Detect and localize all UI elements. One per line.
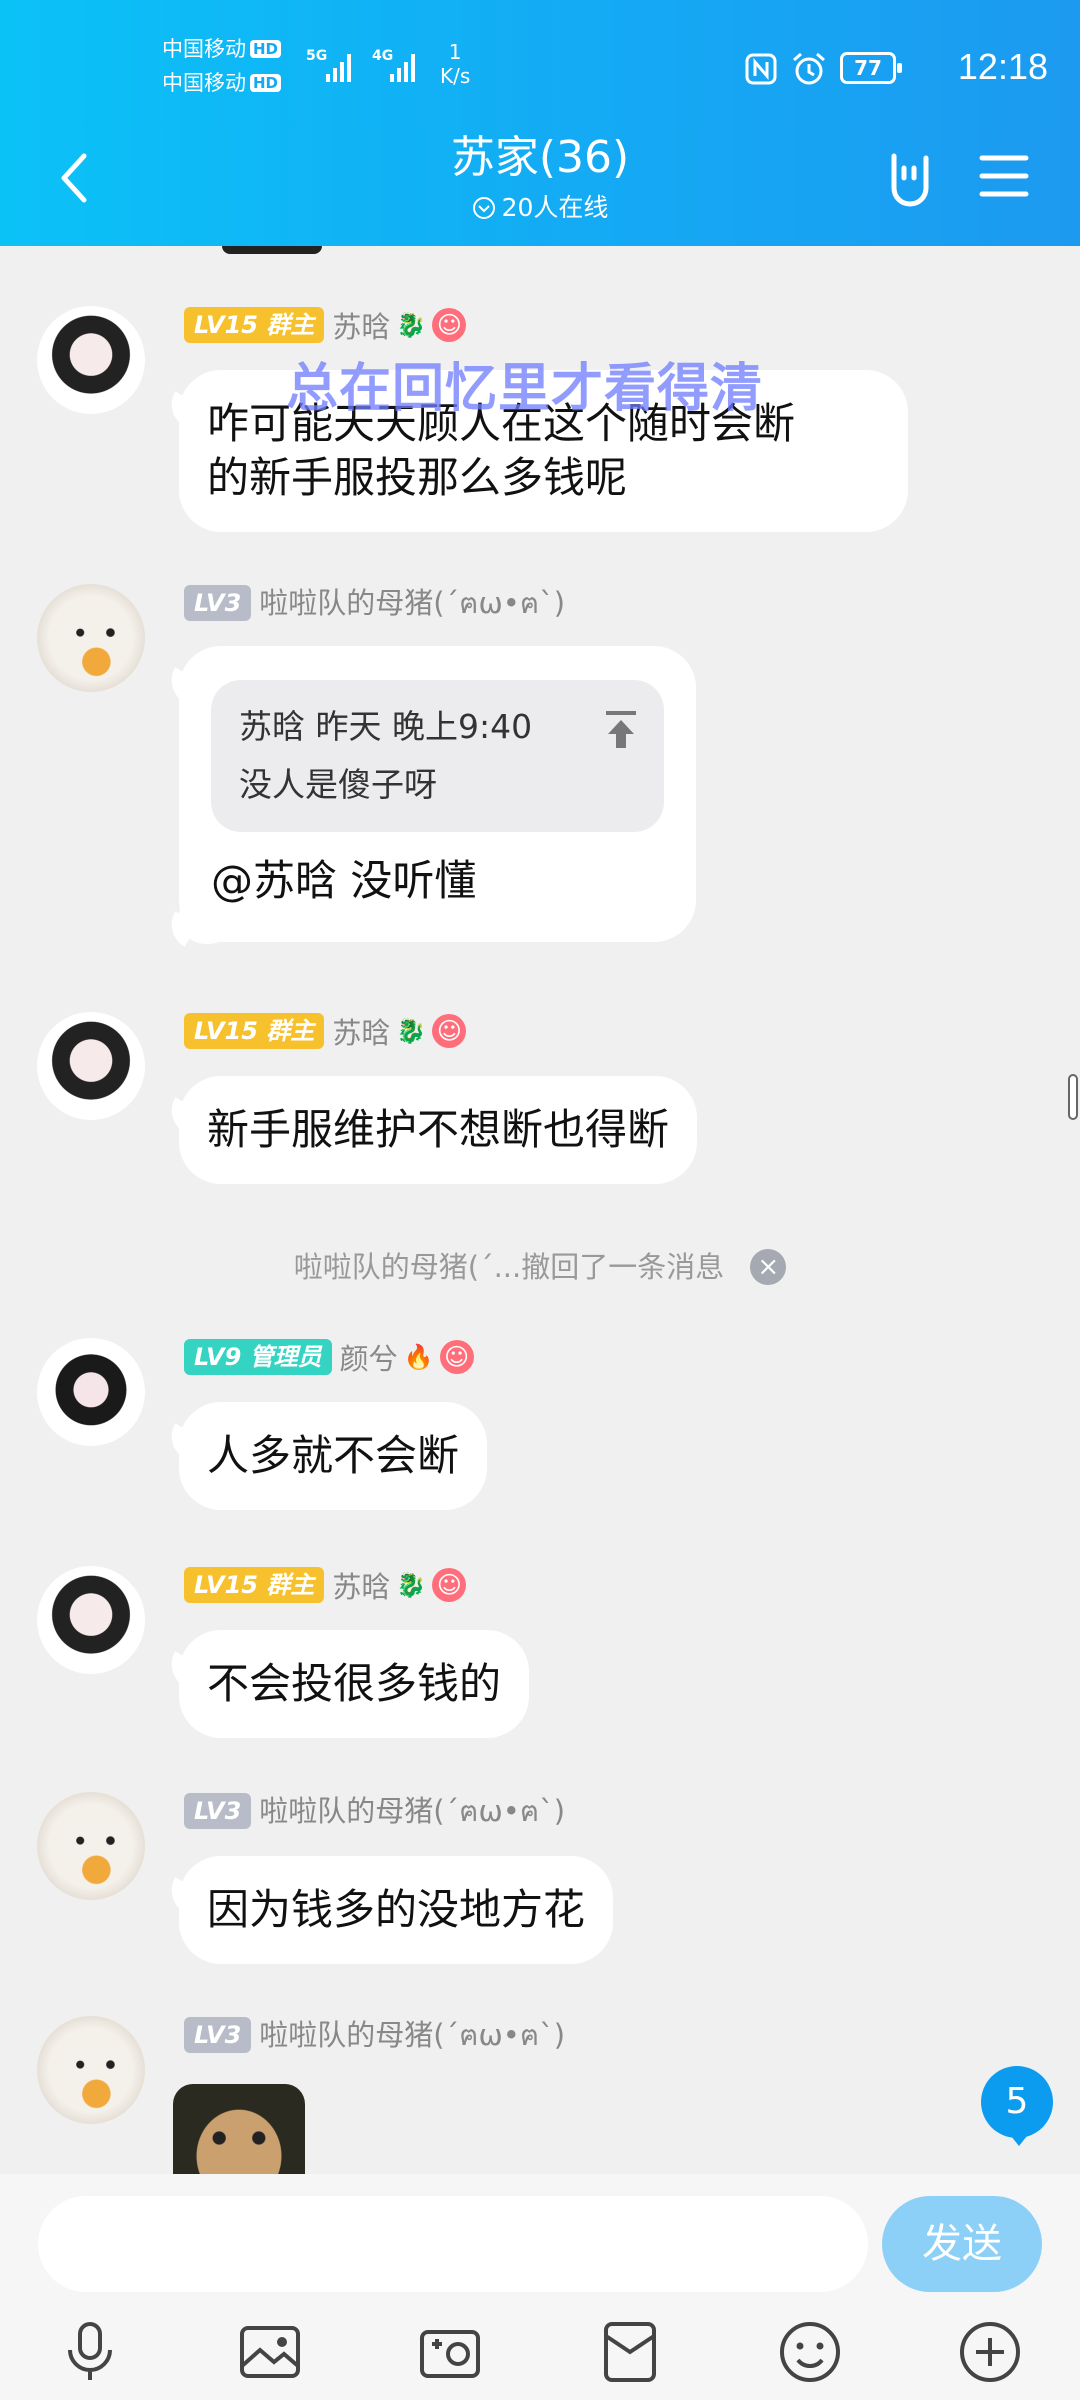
sender-meta: LV3 啦啦队的母猪(´ฅω•ฅ`): [184, 1792, 565, 1830]
level-badge: LV15 群主: [184, 1567, 325, 1603]
sender-name[interactable]: 啦啦队的母猪(´ฅω•ฅ`): [259, 1788, 565, 1834]
scrollbar-handle[interactable]: [1068, 1074, 1078, 1120]
unread-count-badge[interactable]: 5: [981, 2066, 1053, 2146]
clock: 12:18: [957, 46, 1048, 87]
level-badge: LV15 群主: [184, 1013, 325, 1049]
level-badge: LV9 管理员: [184, 1339, 332, 1375]
fire-badge-icon: 🔥: [403, 1343, 434, 1371]
message-bubble[interactable]: 人多就不会断: [179, 1402, 488, 1510]
level-badge: LV15 群主: [184, 307, 325, 343]
input-toolbar: [0, 2316, 1080, 2388]
image-icon[interactable]: [234, 2316, 306, 2388]
sender-name[interactable]: 颜兮: [340, 1336, 398, 1378]
sender-meta: LV15 群主 苏晗 🐉 ☺: [184, 304, 467, 346]
level-badge: LV3: [184, 2017, 252, 2053]
quote-text: 没人是傻子呀: [239, 765, 437, 804]
dragon-badge-icon: 🐉: [396, 1017, 427, 1045]
carrier-1: 中国移动 HD: [162, 36, 282, 62]
status-bar: 中国移动 HD 中国移动 HD 5G 4G 1 K/s 77 12:18: [0, 0, 1080, 130]
plus-icon[interactable]: [954, 2316, 1026, 2388]
nfc-icon: [745, 53, 777, 85]
sender-meta: LV3 啦啦队的母猪(´ฅω•ฅ`): [184, 584, 565, 622]
sender-name[interactable]: 苏晗: [332, 1564, 390, 1606]
camera-icon[interactable]: [414, 2316, 486, 2388]
signal-type-1: 5G: [306, 48, 328, 64]
emoji-icon[interactable]: [774, 2316, 846, 2388]
reply-message-bubble[interactable]: 苏晗 昨天 晚上9:40 没人是傻子呀 @苏晗 没听懂: [179, 646, 696, 942]
sender-name[interactable]: 苏晗: [332, 304, 390, 346]
previous-image-edge: [222, 246, 322, 254]
red-packet-icon[interactable]: [594, 2316, 666, 2388]
microphone-icon[interactable]: [54, 2316, 126, 2388]
quoted-message[interactable]: 苏晗 昨天 晚上9:40 没人是傻子呀: [211, 680, 664, 832]
avatar[interactable]: [37, 1338, 145, 1446]
rock-hand-icon[interactable]: [880, 148, 940, 208]
dragon-badge-icon: 🐉: [396, 311, 427, 339]
sender-meta: LV3 啦啦队的母猪(´ฅω•ฅ`): [184, 2016, 565, 2054]
sender-name[interactable]: 啦啦队的母猪(´ฅω•ฅ`): [259, 2012, 565, 2058]
battery-icon: 77: [840, 52, 902, 84]
message-input[interactable]: [38, 2196, 868, 2292]
avatar[interactable]: [37, 1012, 145, 1120]
alarm-icon: [793, 52, 825, 85]
signal-bars-1-icon: [326, 48, 351, 82]
flower-badge-icon: ☺: [432, 1568, 467, 1602]
flower-badge-icon: ☺: [432, 1014, 467, 1048]
avatar[interactable]: [37, 584, 145, 692]
sender-meta: LV15 群主 苏晗 🐉 ☺: [184, 1010, 467, 1052]
level-badge: LV3: [184, 1793, 252, 1829]
net-speed: 1 K/s: [440, 40, 471, 88]
watermark-overlay: 总在回忆里才看得清: [286, 359, 764, 419]
flower-badge-icon: ☺: [432, 308, 467, 342]
image-message[interactable]: [173, 2084, 305, 2174]
signal-bars-2-icon: [390, 48, 415, 82]
carrier-2: 中国移动 HD: [162, 70, 282, 96]
sender-name[interactable]: 啦啦队的母猪(´ฅω•ฅ`): [259, 580, 565, 626]
level-badge: LV3: [184, 585, 252, 621]
quote-author: 苏晗 昨天 晚上9:40: [239, 707, 533, 746]
sender-name[interactable]: 苏晗: [332, 1010, 390, 1052]
menu-icon[interactable]: [978, 152, 1030, 200]
chat-message-list[interactable]: LV15 群主 苏晗 🐉 ☺ 咋可能天天顾人在这个随时会断 的新手服投那么多钱呢…: [0, 246, 1080, 2174]
sender-meta: LV9 管理员 颜兮 🔥 ☺: [184, 1338, 474, 1376]
chevron-down-circle-icon: [472, 197, 495, 219]
avatar[interactable]: [37, 1792, 145, 1900]
message-bubble[interactable]: 新手服维护不想断也得断: [179, 1076, 698, 1184]
flower-badge-icon: ☺: [439, 1340, 474, 1374]
message-bubble[interactable]: 不会投很多钱的: [179, 1630, 530, 1738]
avatar[interactable]: [37, 306, 145, 414]
system-notice: 啦啦队的母猪(´...撤回了一条消息 ×: [0, 1244, 1080, 1286]
jump-to-top-icon[interactable]: [604, 710, 638, 750]
avatar[interactable]: [37, 1566, 145, 1674]
close-icon[interactable]: ×: [750, 1249, 787, 1285]
send-button[interactable]: 发送: [882, 2196, 1042, 2292]
input-bar: 发送: [0, 2174, 1080, 2400]
avatar[interactable]: [37, 2016, 145, 2124]
message-bubble[interactable]: 因为钱多的没地方花: [179, 1856, 614, 1964]
sender-meta: LV15 群主 苏晗 🐉 ☺: [184, 1564, 467, 1606]
dragon-badge-icon: 🐉: [396, 1571, 427, 1599]
chat-header: 中国移动 HD 中国移动 HD 5G 4G 1 K/s 77 12:18 苏家(36)…: [0, 0, 1080, 246]
